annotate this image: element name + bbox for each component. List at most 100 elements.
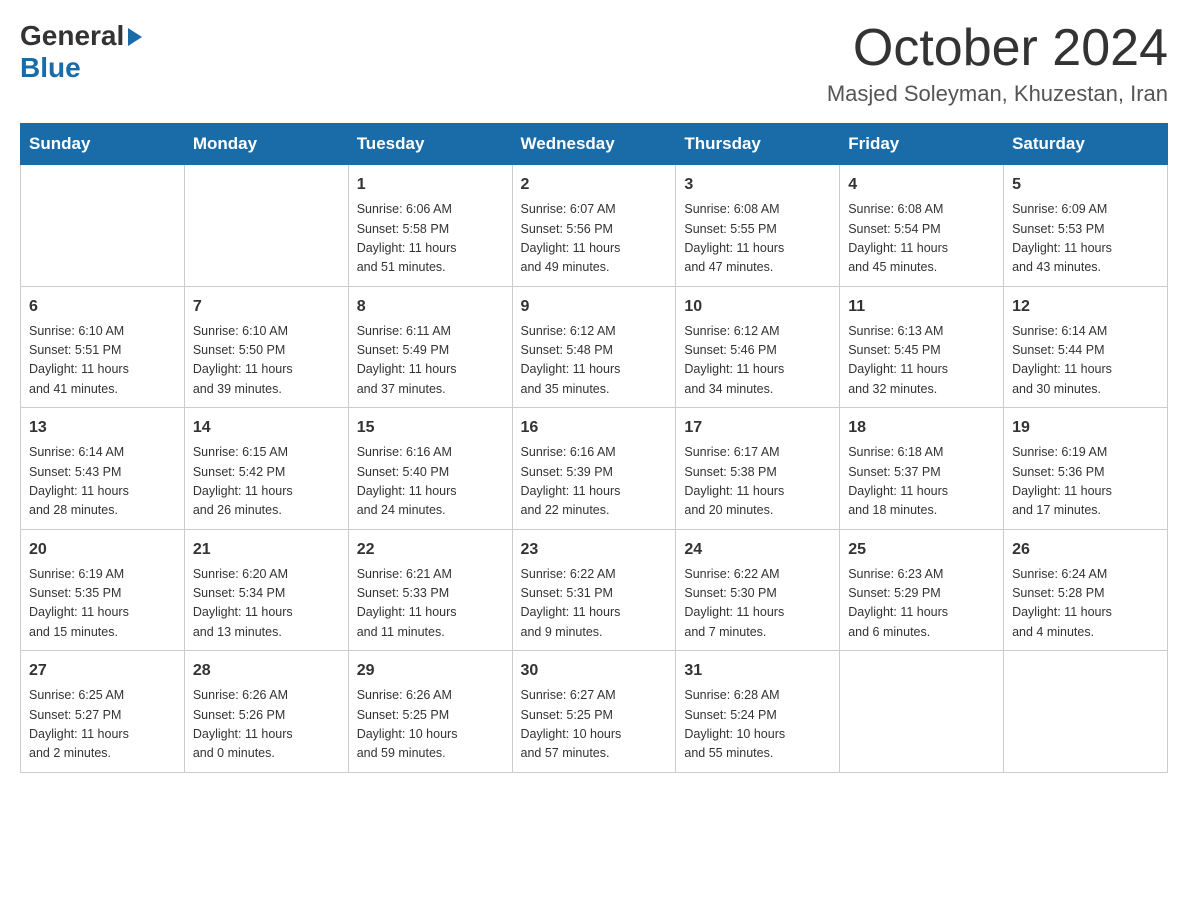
calendar-cell: 17 Sunrise: 6:17 AM Sunset: 5:38 PM Dayli… [676, 408, 840, 530]
day-info: Sunrise: 6:12 AM Sunset: 5:46 PM Dayligh… [684, 322, 831, 400]
calendar-cell: 2 Sunrise: 6:07 AM Sunset: 5:56 PM Daylig… [512, 165, 676, 287]
day-number: 4 [848, 173, 995, 197]
calendar-cell [1004, 651, 1168, 773]
calendar-week-row: 27Sunrise: 6:25 AM Sunset: 5:27 PM Dayli… [21, 651, 1168, 773]
calendar-cell: 30 Sunrise: 6:27 AM Sunset: 5:25 PM Dayli… [512, 651, 676, 773]
day-info: Sunrise: 6:26 AM Sunset: 5:26 PM Dayligh… [193, 686, 340, 764]
logo-arrow-icon [128, 28, 142, 46]
calendar-header-row: Sunday Monday Tuesday Wednesday Thursday… [21, 124, 1168, 165]
calendar-week-row: 6 Sunrise: 6:10 AM Sunset: 5:51 PM Daylig… [21, 286, 1168, 408]
day-number: 24 [684, 538, 831, 562]
day-number: 28 [193, 659, 340, 683]
calendar-week-row: 20 Sunrise: 6:19 AM Sunset: 5:35 PM Dayli… [21, 529, 1168, 651]
calendar-cell: 14 Sunrise: 6:15 AM Sunset: 5:42 PM Dayli… [184, 408, 348, 530]
logo: General Blue [20, 20, 142, 84]
col-monday: Monday [184, 124, 348, 165]
calendar-cell: 6 Sunrise: 6:10 AM Sunset: 5:51 PM Daylig… [21, 286, 185, 408]
day-info: Sunrise: 6:22 AM Sunset: 5:30 PM Dayligh… [684, 565, 831, 643]
day-number: 19 [1012, 416, 1159, 440]
day-info: Sunrise: 6:19 AM Sunset: 5:36 PM Dayligh… [1012, 443, 1159, 521]
day-info: Sunrise: 6:09 AM Sunset: 5:53 PM Dayligh… [1012, 200, 1159, 278]
day-number: 21 [193, 538, 340, 562]
calendar-cell: 18 Sunrise: 6:18 AM Sunset: 5:37 PM Dayli… [840, 408, 1004, 530]
calendar-cell: 28 Sunrise: 6:26 AM Sunset: 5:26 PM Dayli… [184, 651, 348, 773]
day-info: Sunrise: 6:07 AM Sunset: 5:56 PM Dayligh… [521, 200, 668, 278]
day-number: 3 [684, 173, 831, 197]
calendar-cell: 3Sunrise: 6:08 AM Sunset: 5:55 PM Daylig… [676, 165, 840, 287]
day-info: Sunrise: 6:28 AM Sunset: 5:24 PM Dayligh… [684, 686, 831, 764]
day-info: Sunrise: 6:11 AM Sunset: 5:49 PM Dayligh… [357, 322, 504, 400]
day-number: 29 [357, 659, 504, 683]
calendar-cell: 8 Sunrise: 6:11 AM Sunset: 5:49 PM Daylig… [348, 286, 512, 408]
day-info: Sunrise: 6:19 AM Sunset: 5:35 PM Dayligh… [29, 565, 176, 643]
day-info: Sunrise: 6:26 AM Sunset: 5:25 PM Dayligh… [357, 686, 504, 764]
day-info: Sunrise: 6:17 AM Sunset: 5:38 PM Dayligh… [684, 443, 831, 521]
day-number: 7 [193, 295, 340, 319]
col-tuesday: Tuesday [348, 124, 512, 165]
day-info: Sunrise: 6:08 AM Sunset: 5:54 PM Dayligh… [848, 200, 995, 278]
day-info: Sunrise: 6:10 AM Sunset: 5:51 PM Dayligh… [29, 322, 176, 400]
calendar-cell: 11 Sunrise: 6:13 AM Sunset: 5:45 PM Dayli… [840, 286, 1004, 408]
calendar-cell [21, 165, 185, 287]
calendar-cell: 19 Sunrise: 6:19 AM Sunset: 5:36 PM Dayli… [1004, 408, 1168, 530]
day-info: Sunrise: 6:27 AM Sunset: 5:25 PM Dayligh… [521, 686, 668, 764]
calendar-cell: 12 Sunrise: 6:14 AM Sunset: 5:44 PM Dayli… [1004, 286, 1168, 408]
day-number: 11 [848, 295, 995, 319]
calendar-cell: 23Sunrise: 6:22 AM Sunset: 5:31 PM Dayli… [512, 529, 676, 651]
calendar-cell: 13 Sunrise: 6:14 AM Sunset: 5:43 PM Dayli… [21, 408, 185, 530]
day-number: 25 [848, 538, 995, 562]
day-number: 12 [1012, 295, 1159, 319]
day-number: 15 [357, 416, 504, 440]
col-wednesday: Wednesday [512, 124, 676, 165]
col-thursday: Thursday [676, 124, 840, 165]
day-number: 18 [848, 416, 995, 440]
calendar-cell: 22 Sunrise: 6:21 AM Sunset: 5:33 PM Dayli… [348, 529, 512, 651]
day-info: Sunrise: 6:16 AM Sunset: 5:40 PM Dayligh… [357, 443, 504, 521]
day-info: Sunrise: 6:14 AM Sunset: 5:43 PM Dayligh… [29, 443, 176, 521]
page-header: General Blue October 2024 Masjed Soleyma… [20, 20, 1168, 107]
day-info: Sunrise: 6:10 AM Sunset: 5:50 PM Dayligh… [193, 322, 340, 400]
day-info: Sunrise: 6:14 AM Sunset: 5:44 PM Dayligh… [1012, 322, 1159, 400]
day-number: 17 [684, 416, 831, 440]
day-info: Sunrise: 6:18 AM Sunset: 5:37 PM Dayligh… [848, 443, 995, 521]
day-number: 6 [29, 295, 176, 319]
day-info: Sunrise: 6:24 AM Sunset: 5:28 PM Dayligh… [1012, 565, 1159, 643]
calendar-cell [184, 165, 348, 287]
day-info: Sunrise: 6:12 AM Sunset: 5:48 PM Dayligh… [521, 322, 668, 400]
day-number: 30 [521, 659, 668, 683]
day-number: 27 [29, 659, 176, 683]
day-number: 2 [521, 173, 668, 197]
calendar-cell: 24 Sunrise: 6:22 AM Sunset: 5:30 PM Dayli… [676, 529, 840, 651]
logo-blue-text: Blue [20, 52, 81, 83]
day-number: 8 [357, 295, 504, 319]
day-number: 14 [193, 416, 340, 440]
calendar-cell: 27Sunrise: 6:25 AM Sunset: 5:27 PM Dayli… [21, 651, 185, 773]
day-number: 31 [684, 659, 831, 683]
day-number: 16 [521, 416, 668, 440]
calendar-cell: 31 Sunrise: 6:28 AM Sunset: 5:24 PM Dayli… [676, 651, 840, 773]
day-info: Sunrise: 6:21 AM Sunset: 5:33 PM Dayligh… [357, 565, 504, 643]
col-sunday: Sunday [21, 124, 185, 165]
calendar-cell: 26 Sunrise: 6:24 AM Sunset: 5:28 PM Dayli… [1004, 529, 1168, 651]
calendar-cell: 25Sunrise: 6:23 AM Sunset: 5:29 PM Dayli… [840, 529, 1004, 651]
day-info: Sunrise: 6:15 AM Sunset: 5:42 PM Dayligh… [193, 443, 340, 521]
calendar-cell: 9Sunrise: 6:12 AM Sunset: 5:48 PM Daylig… [512, 286, 676, 408]
col-saturday: Saturday [1004, 124, 1168, 165]
calendar-week-row: 1Sunrise: 6:06 AM Sunset: 5:58 PM Daylig… [21, 165, 1168, 287]
calendar-table: Sunday Monday Tuesday Wednesday Thursday… [20, 123, 1168, 773]
title-area: October 2024 Masjed Soleyman, Khuzestan,… [827, 20, 1168, 107]
calendar-cell [840, 651, 1004, 773]
calendar-cell: 16Sunrise: 6:16 AM Sunset: 5:39 PM Dayli… [512, 408, 676, 530]
day-number: 26 [1012, 538, 1159, 562]
month-title: October 2024 [827, 20, 1168, 77]
calendar-cell: 5Sunrise: 6:09 AM Sunset: 5:53 PM Daylig… [1004, 165, 1168, 287]
calendar-cell: 10Sunrise: 6:12 AM Sunset: 5:46 PM Dayli… [676, 286, 840, 408]
col-friday: Friday [840, 124, 1004, 165]
day-info: Sunrise: 6:13 AM Sunset: 5:45 PM Dayligh… [848, 322, 995, 400]
logo-general-text: General [20, 20, 124, 52]
day-number: 13 [29, 416, 176, 440]
day-info: Sunrise: 6:22 AM Sunset: 5:31 PM Dayligh… [521, 565, 668, 643]
day-info: Sunrise: 6:20 AM Sunset: 5:34 PM Dayligh… [193, 565, 340, 643]
day-number: 20 [29, 538, 176, 562]
day-number: 22 [357, 538, 504, 562]
